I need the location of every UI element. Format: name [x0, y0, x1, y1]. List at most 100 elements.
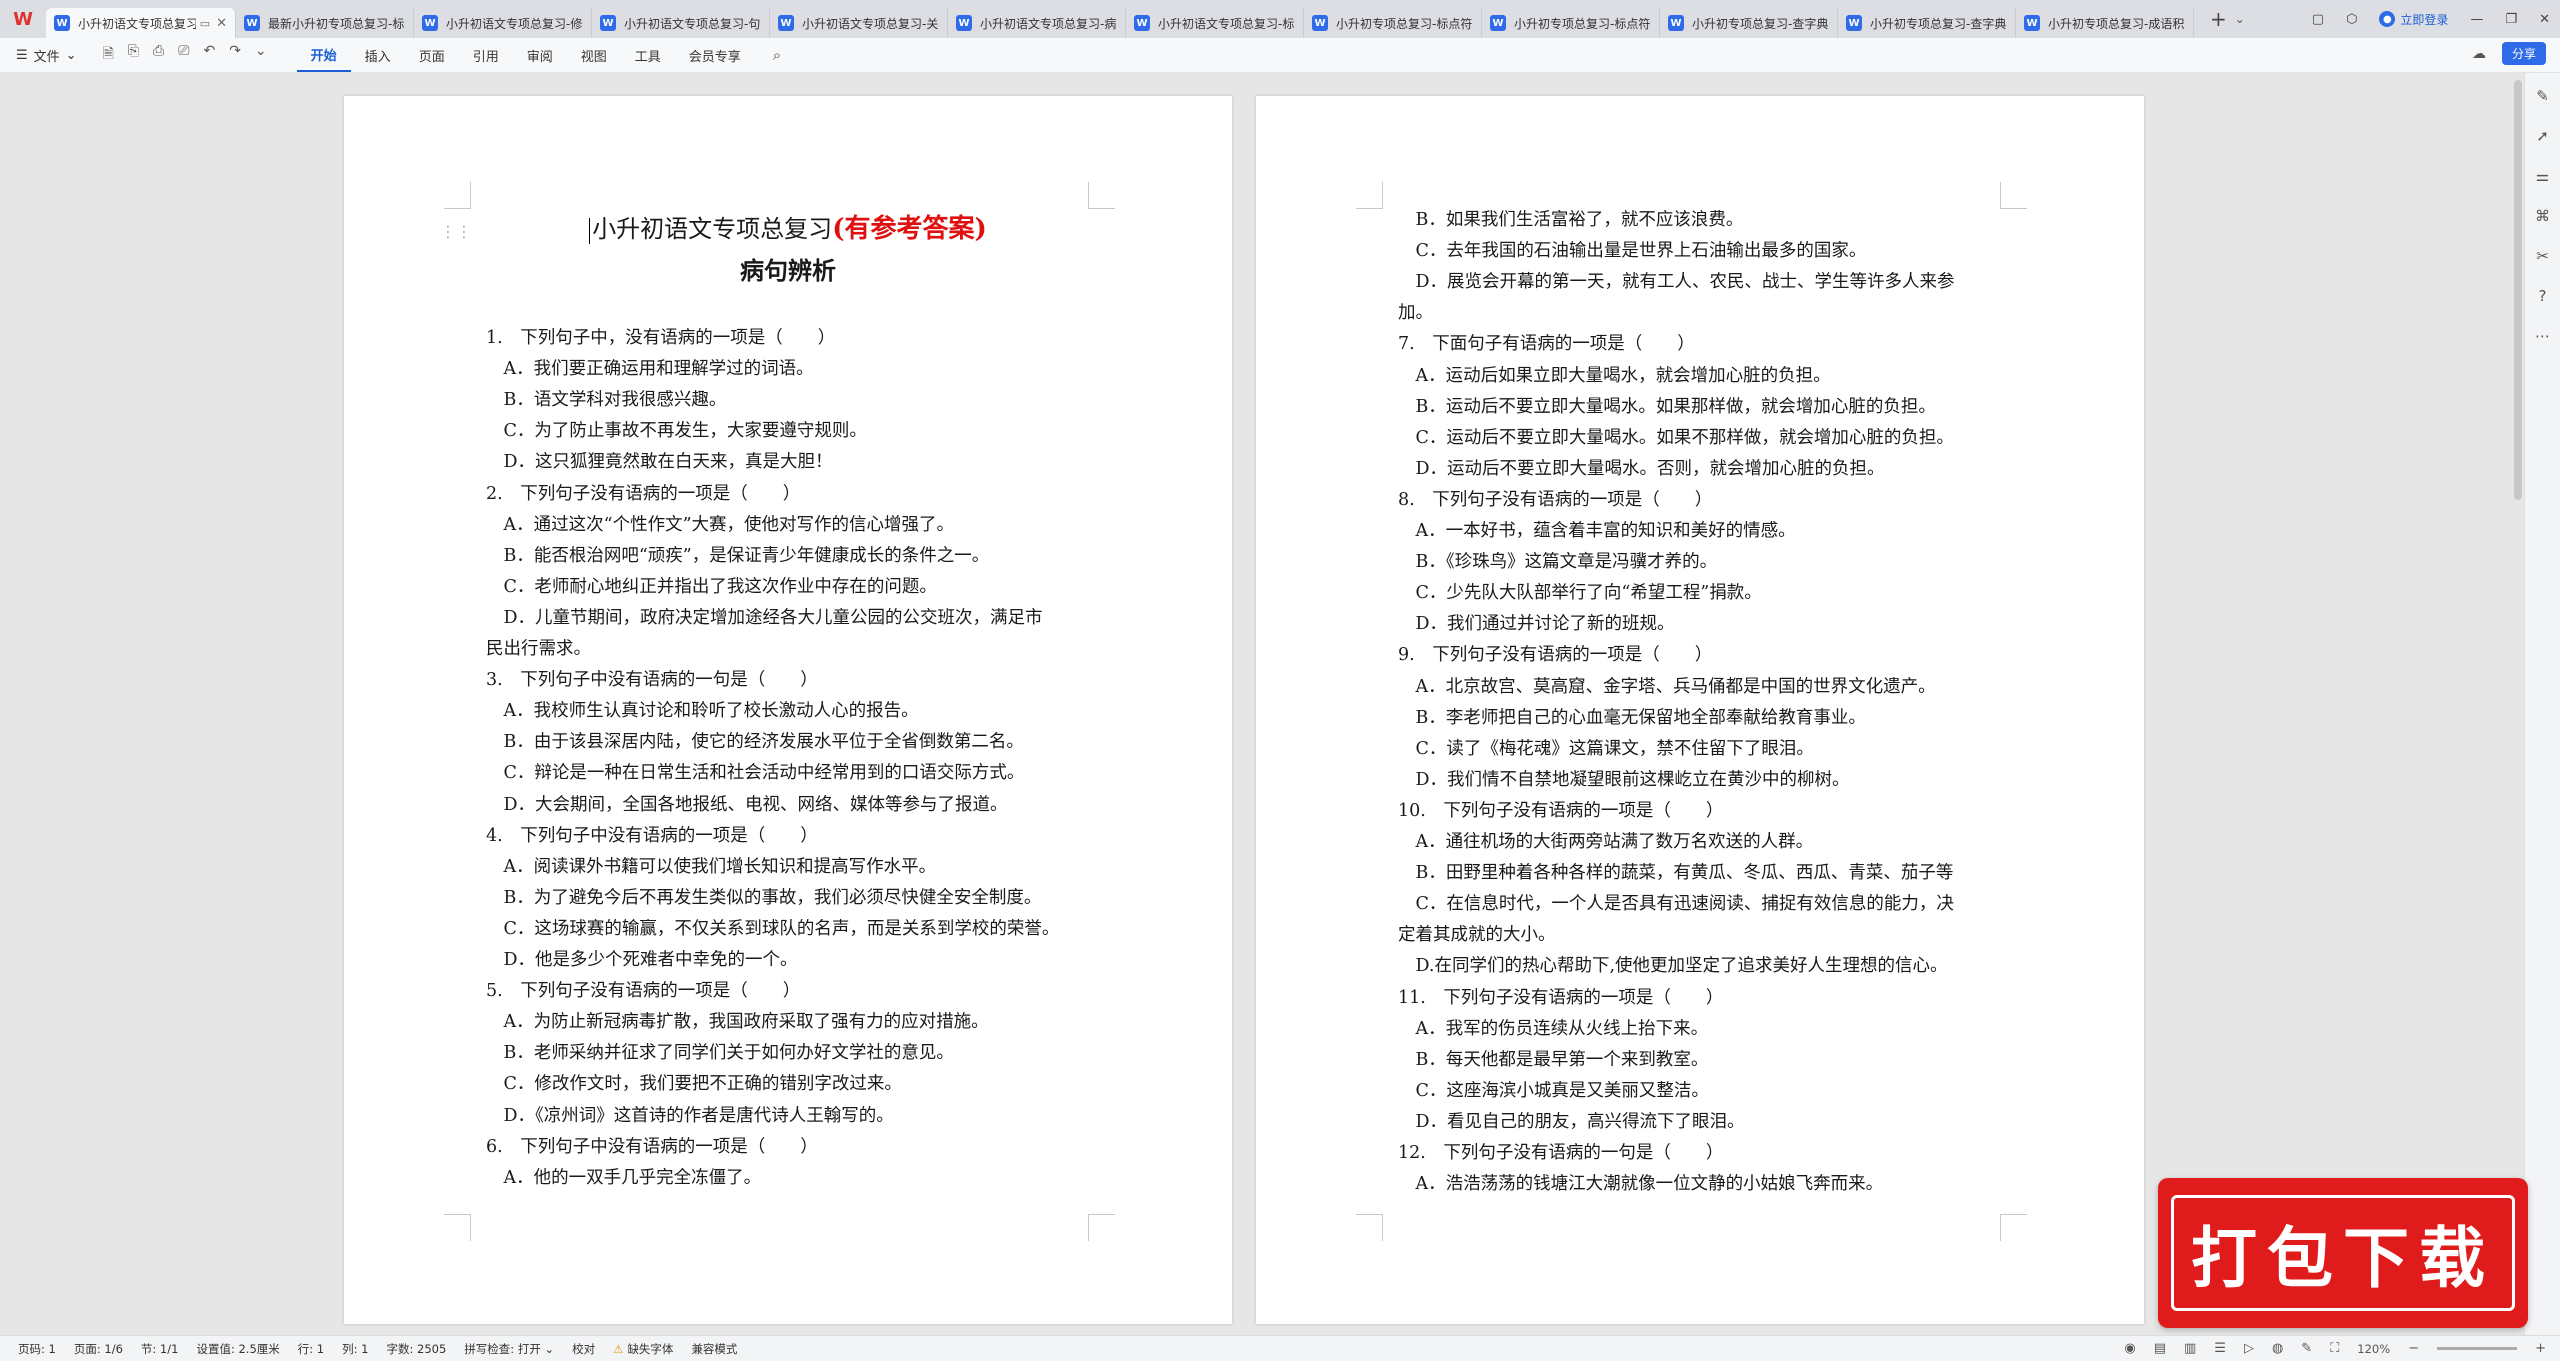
- ribbon-tab[interactable]: 会员专享: [675, 38, 755, 72]
- print-icon[interactable]: ⎙: [153, 43, 164, 67]
- document-tab[interactable]: W 小升初语文专项总复习-关联: [770, 8, 948, 38]
- zoom-out-icon[interactable]: −: [2408, 1341, 2419, 1356]
- status-spell-check[interactable]: 拼写检查: 打开 ⌄: [464, 1341, 554, 1357]
- outline-view-icon[interactable]: ☰: [2214, 1341, 2226, 1356]
- file-menu[interactable]: ☰ 文件 ⌄: [16, 46, 77, 65]
- text-line: 12. 下列句子没有语病的一句是（ ）: [1398, 1143, 1724, 1163]
- more-chevron-icon[interactable]: ⌄: [255, 43, 267, 67]
- redo-icon[interactable]: ↷: [229, 43, 241, 67]
- status-bar-right: ◉ ▤ ▥ ☰ ▷ ◍ ✎ ⛶ 120% − +: [2124, 1336, 2546, 1361]
- status-proofread[interactable]: 校对: [572, 1341, 595, 1357]
- document-tab[interactable]: W 小升初专项总复习-标点符: [1482, 8, 1660, 38]
- download-banner[interactable]: 打包下载: [2158, 1178, 2528, 1328]
- undo-icon[interactable]: ↶: [203, 43, 215, 67]
- word-doc-icon: W: [244, 15, 260, 31]
- web-view-icon[interactable]: ▥: [2184, 1341, 2196, 1356]
- pencil-icon[interactable]: ✎: [2301, 1341, 2312, 1356]
- tab-label: 小升初专项总复习-标点符: [1336, 16, 1473, 31]
- text-line: 8. 下列句子没有语病的一项是（ ）: [1398, 489, 1713, 510]
- text-line: D．运动后不要立即大量喝水。否则，就会增加心脏的负担。: [1398, 458, 1885, 479]
- ribbon-tabs: 开始 插入 页面 引用 审阅 视图 工具 会员专享: [296, 38, 755, 72]
- document-tab[interactable]: W 小升初语文专项总复习-句式: [592, 8, 770, 38]
- print-preview-icon[interactable]: ⎚: [178, 43, 189, 67]
- zoom-level[interactable]: 120%: [2357, 1342, 2390, 1356]
- word-doc-icon: W: [1846, 15, 1862, 31]
- eye-protect-icon[interactable]: ◉: [2124, 1341, 2135, 1356]
- sliders-icon[interactable]: ⚌: [2536, 167, 2549, 185]
- text-line: A．阅读课外书籍可以使我们增长知识和提高写作水平。: [486, 856, 937, 877]
- status-row[interactable]: 行: 1: [298, 1341, 324, 1357]
- play-icon[interactable]: ▷: [2244, 1341, 2254, 1356]
- close-tab-icon[interactable]: ✕: [216, 16, 227, 31]
- ribbon-tab[interactable]: 开始: [296, 38, 351, 72]
- select-cursor-icon[interactable]: ➚: [2536, 127, 2549, 145]
- status-col[interactable]: 列: 1: [342, 1341, 368, 1357]
- status-missing-font[interactable]: ⚠ 缺失字体: [613, 1341, 673, 1357]
- ribbon-tab[interactable]: 视图: [567, 38, 621, 72]
- text-line: C．读了《梅花魂》这篇课文，禁不住留下了眼泪。: [1398, 738, 1814, 759]
- wps-logo-icon[interactable]: W: [0, 0, 46, 38]
- fit-page-icon[interactable]: ⛶: [2330, 1341, 2339, 1356]
- word-doc-icon: W: [422, 15, 438, 31]
- status-page-count[interactable]: 页面: 1/6: [74, 1341, 123, 1357]
- close-window-icon[interactable]: ✕: [2539, 12, 2550, 27]
- cloud-sync-icon[interactable]: ☁: [2472, 46, 2486, 62]
- word-doc-icon: W: [1134, 15, 1150, 31]
- text-line: D．他是多少个死难者中幸免的一个。: [486, 950, 798, 970]
- text-line: C．在信息时代，一个人是否具有迅速阅读、捕捉有效信息的能力，决: [1398, 894, 1954, 915]
- document-tab[interactable]: W 最新小升初专项总复习-标点: [236, 8, 414, 38]
- document-tab[interactable]: W 小升初专项总复习-标点符: [1304, 8, 1482, 38]
- share-button[interactable]: 分享: [2501, 42, 2546, 65]
- document-tab[interactable]: W 小升初专项总复习-查字典: [1838, 8, 2016, 38]
- document-tab[interactable]: W 小升初语文专项总复习-病句: [948, 8, 1126, 38]
- text-line: D．《凉州词》这首诗的作者是唐代诗人王翰写的。: [486, 1105, 894, 1126]
- export-pdf-icon[interactable]: ⎘: [128, 43, 139, 67]
- text-line: A．我军的伤员连续从火线上抬下来。: [1398, 1018, 1709, 1039]
- text-line: 2. 下列句子没有语病的一项是（ ）: [486, 483, 801, 504]
- document-tab[interactable]: W 小升初语文专项总复习-标点: [1126, 8, 1304, 38]
- text-line: C．这座海滨小城真是又美丽又整洁。: [1398, 1080, 1709, 1101]
- tab-label: 小升初专项总复习-查字典: [1692, 16, 1829, 31]
- status-compat-mode[interactable]: 兼容模式: [691, 1341, 737, 1357]
- minimize-icon[interactable]: —: [2470, 12, 2483, 27]
- cube-icon[interactable]: ⬡: [2346, 12, 2357, 27]
- status-setting[interactable]: 设置值: 2.5厘米: [196, 1341, 279, 1357]
- word-doc-icon: W: [1490, 15, 1506, 31]
- text-line: B．每天他都是最早第一个来到教室。: [1398, 1049, 1709, 1070]
- tab-label: 小升初专项总复习-查字典: [1870, 16, 2007, 31]
- status-section[interactable]: 节: 1/1: [141, 1341, 179, 1357]
- status-page-number[interactable]: 页码: 1: [18, 1341, 56, 1357]
- status-word-count[interactable]: 字数: 2505: [387, 1341, 447, 1357]
- tab-list-chevron-icon[interactable]: ⌄: [2235, 12, 2245, 26]
- document-title[interactable]: 小升初语文专项总复习(有参考答案): [344, 212, 1232, 246]
- maximize-icon[interactable]: ❐: [2505, 12, 2517, 27]
- ribbon-tab[interactable]: 引用: [459, 38, 513, 72]
- document-tab[interactable]: W 小升初专项总复习-成语积: [2016, 8, 2194, 38]
- word-doc-icon: W: [1668, 15, 1684, 31]
- text-line: 10. 下列句子没有语病的一项是（ ）: [1398, 800, 1724, 821]
- ribbon-tab[interactable]: 工具: [621, 38, 675, 72]
- pen-icon[interactable]: ✎: [2536, 87, 2549, 105]
- zoom-slider[interactable]: [2437, 1347, 2518, 1350]
- document-tab[interactable]: W 小升初专项总复习-查字典: [1660, 8, 1838, 38]
- text-line: C．修改作文时，我们要把不正确的错别字改过来。: [486, 1074, 902, 1095]
- new-tab-button[interactable]: +: [2210, 7, 2227, 31]
- text-line: 9. 下列句子没有语病的一项是（ ）: [1398, 645, 1713, 666]
- document-tab[interactable]: W 小升初语文专项总复习- ▭ ✕: [46, 8, 236, 38]
- search-icon[interactable]: ⌕: [773, 46, 781, 64]
- tools-icon[interactable]: ✂: [2536, 247, 2549, 265]
- globe-icon[interactable]: ◍: [2272, 1341, 2283, 1356]
- save-icon[interactable]: 🗎: [103, 43, 114, 67]
- ribbon-tab[interactable]: 审阅: [513, 38, 567, 72]
- document-tab[interactable]: W 小升初语文专项总复习-修辞: [414, 8, 592, 38]
- ribbon-tab[interactable]: 页面: [405, 38, 459, 72]
- translate-icon[interactable]: ⌘: [2535, 207, 2550, 225]
- login-link[interactable]: ● 立即登录: [2379, 11, 2448, 28]
- ribbon-tab[interactable]: 插入: [351, 38, 405, 72]
- vertical-scrollbar[interactable]: [2514, 80, 2522, 500]
- more-icon[interactable]: ⋯: [2535, 327, 2550, 345]
- page-view-icon[interactable]: ▤: [2154, 1341, 2166, 1356]
- help-icon[interactable]: ?: [2539, 287, 2547, 305]
- zoom-in-icon[interactable]: +: [2535, 1341, 2546, 1356]
- layout-icon[interactable]: ▢: [2312, 12, 2324, 27]
